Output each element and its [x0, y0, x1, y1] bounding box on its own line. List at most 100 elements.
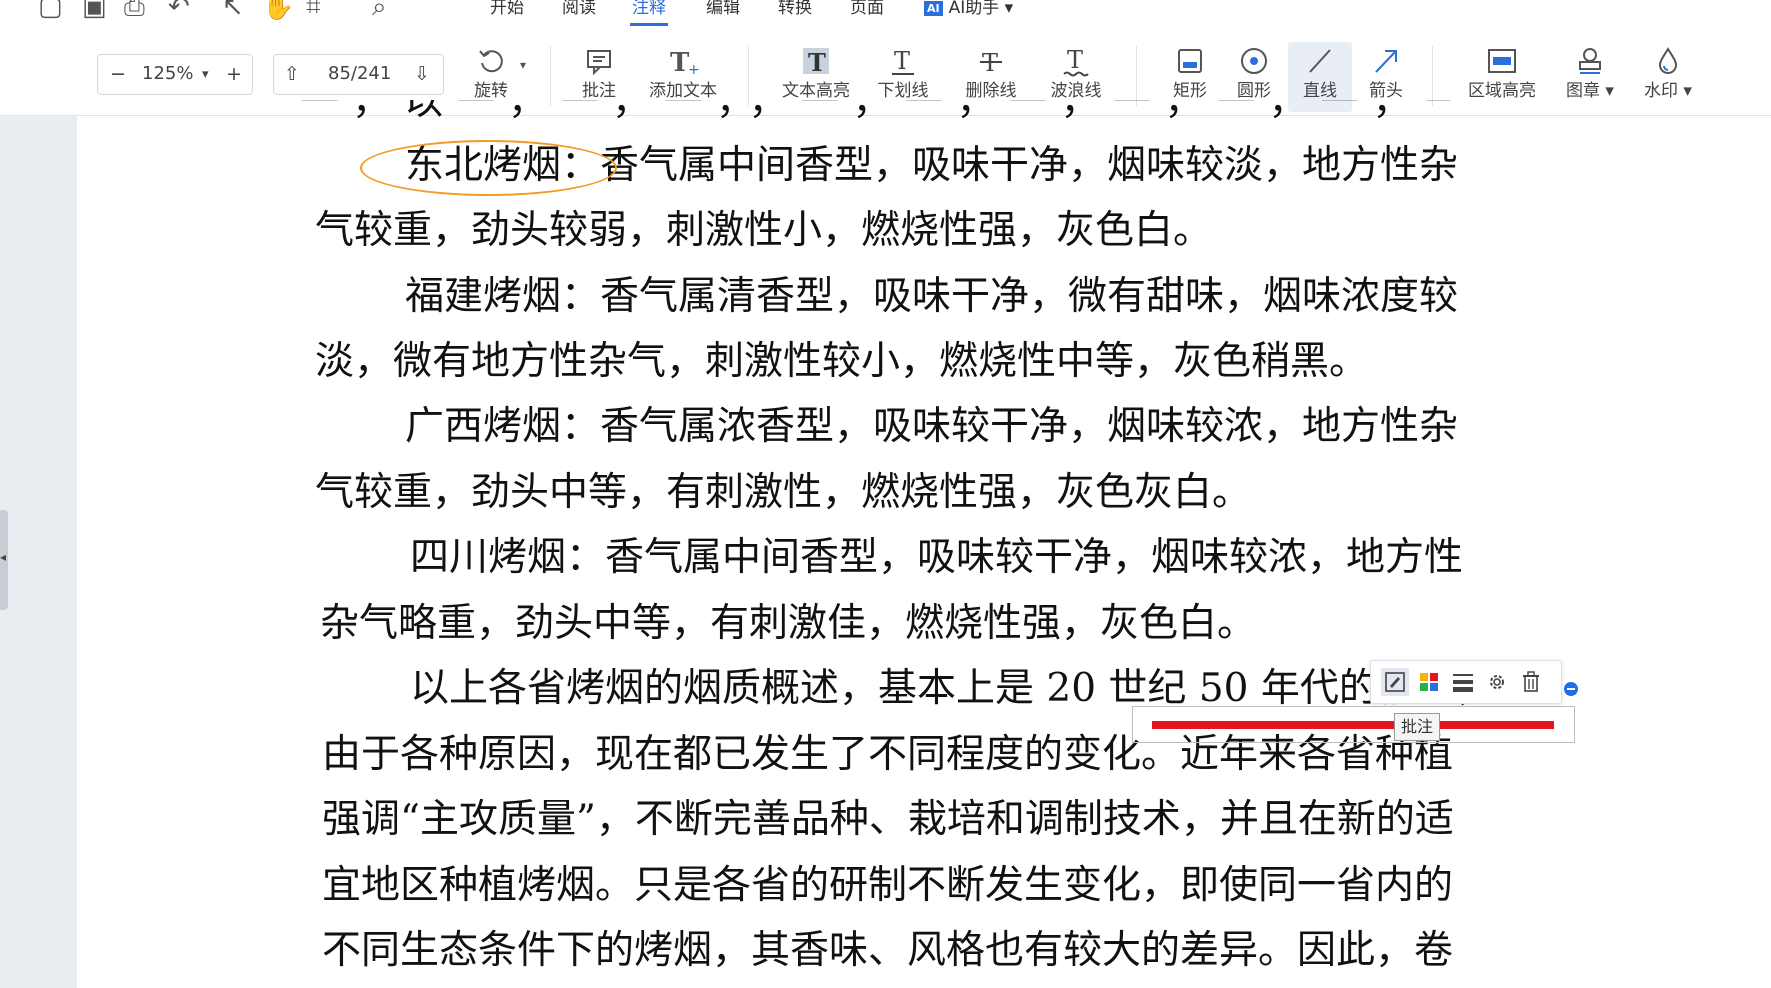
delete-trash-icon[interactable]	[1517, 668, 1545, 696]
undo-icon[interactable]: ↶	[168, 0, 190, 20]
rotate-dropdown-icon[interactable]: ▾	[520, 58, 526, 72]
strikethrough-icon: T	[958, 42, 1024, 80]
squiggly-label: 波浪线	[1050, 81, 1102, 101]
toolbar-divider	[550, 46, 551, 106]
text-line: 淡，微有地方性杂气，刺激性较小，燃烧性中等，灰色稍黑。	[315, 339, 1369, 384]
menu-page[interactable]: 页面	[850, 0, 884, 20]
underline-tool[interactable]: T 下划线	[872, 42, 934, 102]
svg-text:T: T	[1067, 46, 1083, 74]
rectangle-label: 矩形	[1173, 81, 1207, 101]
zoom-control: − 125% ▾ +	[97, 54, 253, 95]
ai-assistant-label: AI助手 ▾	[948, 0, 1014, 18]
line-weight-icon[interactable]	[1449, 668, 1477, 696]
comment-tool[interactable]: 批注	[574, 42, 624, 102]
page-number-input[interactable]: 85/241	[328, 63, 391, 84]
text-line: 气较重，劲头中等，有刺激性，燃烧性强，灰色灰白。	[315, 470, 1252, 515]
zoom-value[interactable]: 125%	[142, 63, 193, 84]
hand-icon[interactable]: ✋	[262, 0, 294, 20]
print-icon[interactable]: ⎙	[124, 0, 145, 20]
svg-text:+: +	[688, 62, 700, 76]
stamp-icon	[1562, 42, 1618, 80]
ai-icon: AI	[924, 0, 943, 16]
toolbar-divider	[748, 46, 749, 106]
stamp-label: 图章 ▾	[1566, 81, 1614, 101]
add-text-tool[interactable]: T + 添加文本	[644, 42, 722, 102]
text-line: 福建烤烟：香气属清香型，吸味干净，微有甜味，烟味浓度较	[405, 274, 1459, 319]
menu-ai-assistant[interactable]: AI AI助手 ▾	[924, 0, 1013, 20]
arrow-icon	[1364, 42, 1408, 80]
text-line: 气较重，劲头较弱，刺激性小，燃烧性强，灰色白。	[315, 208, 1213, 253]
page-navigator: ⇧ 85/241 ⇩	[273, 54, 444, 95]
annotation-floating-toolbar	[1370, 660, 1562, 704]
stamp-tool[interactable]: 图章 ▾	[1562, 42, 1618, 102]
strikethrough-label: 删除线	[965, 81, 1017, 101]
menu-start[interactable]: 开始	[490, 0, 524, 20]
comment-icon	[574, 42, 624, 80]
menu-edit[interactable]: 编辑	[706, 0, 740, 20]
ellipse-annotation[interactable]	[360, 140, 617, 196]
text-highlight-label: 文本高亮	[782, 81, 850, 101]
area-highlight-tool[interactable]: 区域高亮	[1462, 42, 1542, 102]
rectangle-tool[interactable]: 矩形	[1168, 42, 1212, 102]
menu-read[interactable]: 阅读	[562, 0, 596, 20]
watermark-label: 水印 ▾	[1644, 81, 1692, 101]
area-highlight-icon	[1462, 42, 1542, 80]
watermark-tool[interactable]: 水印 ▾	[1640, 42, 1696, 102]
text-line: 四川烤烟：香气属中间香型，吸味较干净，烟味较浓，地方性	[410, 535, 1464, 580]
sidebar-toggle[interactable]: ◂	[0, 510, 8, 610]
partial-text-line: 一，以一，一，一，，一，一，一，一，一，一，一	[300, 100, 1450, 118]
strikethrough-tool[interactable]: T 删除线	[958, 42, 1024, 102]
line-annotation[interactable]	[1152, 721, 1554, 729]
next-page-icon[interactable]: ⇩	[414, 63, 430, 85]
crop-icon[interactable]: ⌗	[306, 0, 321, 20]
rotate-tool[interactable]: 旋转	[468, 42, 514, 102]
circle-label: 圆形	[1237, 81, 1271, 101]
menu-bar: ▢ ▣ ⎙ ↶ ↖ ✋ ⌗ ⌕ 开始 阅读 注释 编辑 转换 页面 AI AI助手…	[0, 0, 1771, 26]
menu-convert[interactable]: 转换	[778, 0, 812, 20]
add-text-icon: T +	[644, 42, 722, 80]
toolbar-divider	[1432, 46, 1433, 106]
watermark-icon	[1640, 42, 1696, 80]
arrow-label: 箭头	[1369, 81, 1403, 101]
comment-label: 批注	[582, 81, 616, 101]
text-line: 杂气略重，劲头中等，有刺激佳，燃烧性强，灰色白。	[320, 601, 1257, 646]
active-tab-indicator	[630, 23, 668, 26]
squiggly-tool[interactable]: T 波浪线	[1044, 42, 1108, 102]
chevron-left-icon: ◂	[0, 550, 7, 564]
underline-label: 下划线	[877, 81, 929, 101]
add-text-label: 添加文本	[649, 81, 717, 101]
squiggly-icon: T	[1044, 42, 1108, 80]
circle-icon	[1232, 42, 1276, 80]
settings-gear-icon[interactable]	[1483, 668, 1511, 696]
partial-text: 一，以一，一，一，，一，一，一，一，一，一，一	[300, 100, 1450, 118]
zoom-in-button[interactable]: +	[226, 63, 242, 85]
arrow-tool[interactable]: 箭头	[1364, 42, 1408, 102]
circle-tool[interactable]: 圆形	[1232, 42, 1276, 102]
menu-annotate[interactable]: 注释	[632, 0, 666, 20]
text-highlight-icon: T	[776, 42, 856, 80]
text-line: 强调“主攻质量”，不断完善品种、栽培和调制技术，并且在新的适	[322, 797, 1454, 842]
tooltip: 批注	[1394, 713, 1441, 741]
text-highlight-tool[interactable]: T 文本高亮	[776, 42, 856, 102]
line-icon	[1288, 42, 1352, 80]
color-palette-icon[interactable]	[1415, 668, 1443, 696]
select-arrow-icon[interactable]: ↖	[222, 0, 244, 20]
toolbar-divider	[1136, 46, 1137, 106]
zoom-out-button[interactable]: −	[110, 63, 126, 85]
left-panel-strip	[0, 116, 77, 988]
search-icon[interactable]: ⌕	[372, 0, 387, 20]
save-icon[interactable]: ▣	[82, 0, 107, 20]
line-label: 直线	[1303, 81, 1337, 101]
collapse-minus-icon[interactable]	[1562, 680, 1580, 698]
svg-text:T: T	[808, 48, 826, 77]
prev-page-icon[interactable]: ⇧	[284, 63, 300, 85]
new-file-icon[interactable]: ▢	[38, 0, 63, 20]
text-line: 宜地区种植烤烟。只是各省的研制不断发生变化，即使同一省内的	[322, 863, 1454, 908]
rotate-icon	[468, 42, 514, 80]
area-highlight-label: 区域高亮	[1468, 81, 1536, 101]
underline-icon: T	[872, 42, 934, 80]
text-line: 广西烤烟：香气属浓香型，吸味较干净，烟味较浓，地方性杂	[405, 404, 1459, 449]
top-toolbar-area: ▢ ▣ ⎙ ↶ ↖ ✋ ⌗ ⌕ 开始 阅读 注释 编辑 转换 页面 AI AI助手…	[0, 0, 1771, 116]
zoom-dropdown-icon[interactable]: ▾	[202, 67, 209, 82]
comment-edit-icon[interactable]	[1381, 668, 1409, 696]
